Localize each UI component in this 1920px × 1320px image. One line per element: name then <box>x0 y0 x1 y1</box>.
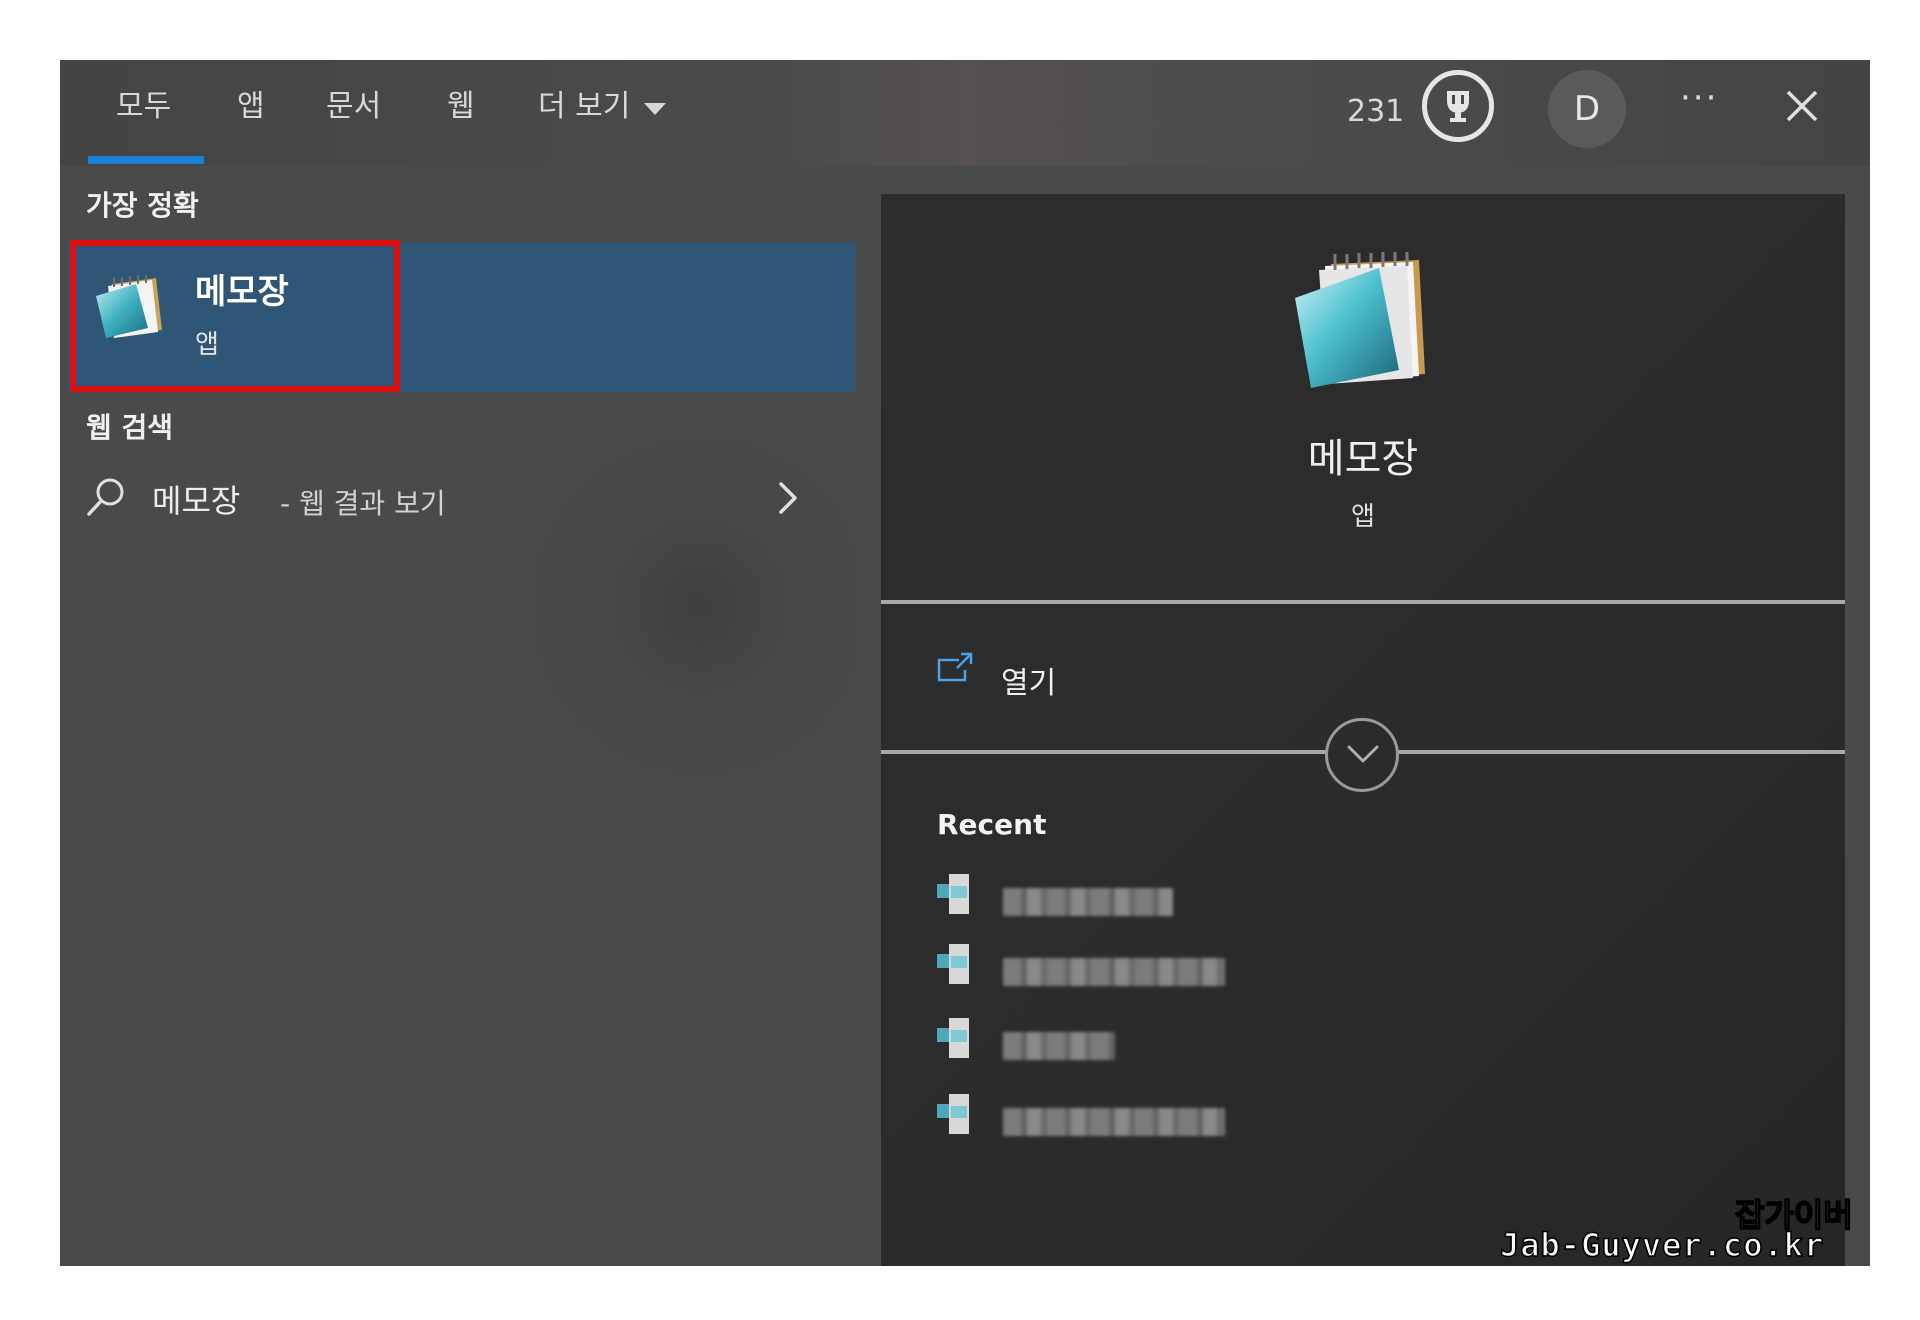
tab-all[interactable]: 모두 <box>116 82 171 132</box>
search-icon <box>84 474 128 522</box>
web-search-query: 메모장 <box>152 482 241 520</box>
recent-file-item[interactable] <box>937 1018 1337 1068</box>
blurred-file-name <box>1003 1108 1225 1136</box>
best-match-notepad[interactable]: 메모장 앱 <box>68 242 855 392</box>
web-search-suffix: - 웹 결과 보기 <box>280 487 446 520</box>
expand-button[interactable] <box>1325 718 1399 792</box>
blurred-file-name <box>1003 958 1225 986</box>
best-match-heading: 가장 정확 <box>86 189 199 222</box>
watermark-url: Jab-Guyver.co.kr <box>1499 1225 1825 1265</box>
file-icon <box>937 1018 981 1066</box>
divider <box>881 600 1845 604</box>
blurred-file-name <box>1003 1032 1115 1060</box>
open-button[interactable]: 열기 <box>935 650 1335 710</box>
tab-documents[interactable]: 문서 <box>326 82 381 132</box>
recent-file-item[interactable] <box>937 874 1337 924</box>
file-icon <box>937 944 981 992</box>
file-icon <box>937 874 981 922</box>
detail-app-name: 메모장 <box>1307 436 1419 482</box>
detail-app-type: 앱 <box>1351 502 1375 532</box>
close-icon[interactable] <box>1778 82 1826 130</box>
results-list: 가장 정확 메모장 앱 웹 검색 메모장 - 웹 결과 보기 <box>60 166 855 1266</box>
recent-file-item[interactable] <box>937 1094 1337 1144</box>
active-tab-indicator <box>88 156 204 164</box>
notepad-icon <box>92 274 166 344</box>
user-avatar[interactable]: D <box>1548 70 1626 148</box>
web-search-result[interactable]: 메모장 - 웹 결과 보기 <box>76 466 846 532</box>
notepad-large-icon <box>1285 250 1441 394</box>
search-tab-bar: 모두 앱 문서 웹 더 보기 231 D ··· <box>60 60 1870 166</box>
tab-more-label: 더 보기 <box>538 89 631 124</box>
search-window: 모두 앱 문서 웹 더 보기 231 D ··· 가장 정확 메모장 앱 웹 검… <box>60 60 1870 1266</box>
recent-file-item[interactable] <box>937 944 1337 994</box>
chevron-right-icon <box>776 478 800 522</box>
rewards-points: 231 <box>1347 94 1405 129</box>
web-search-heading: 웹 검색 <box>86 411 174 444</box>
chevron-down-icon <box>1347 745 1379 763</box>
more-options-button[interactable]: ··· <box>1680 78 1718 118</box>
best-match-name: 메모장 <box>195 272 289 312</box>
best-match-type: 앱 <box>195 330 219 360</box>
trophy-icon[interactable] <box>1422 70 1494 142</box>
blurred-file-name <box>1003 888 1173 916</box>
file-icon <box>937 1094 981 1142</box>
tab-more-dropdown[interactable]: 더 보기 <box>538 82 667 132</box>
app-detail-pane: 메모장 앱 열기 Recent <box>881 194 1845 1266</box>
recent-heading: Recent <box>937 808 1047 841</box>
open-label: 열기 <box>1001 666 1057 701</box>
tab-web[interactable]: 웹 <box>447 82 475 132</box>
caret-down-icon <box>644 102 667 115</box>
tab-apps[interactable]: 앱 <box>237 82 265 132</box>
